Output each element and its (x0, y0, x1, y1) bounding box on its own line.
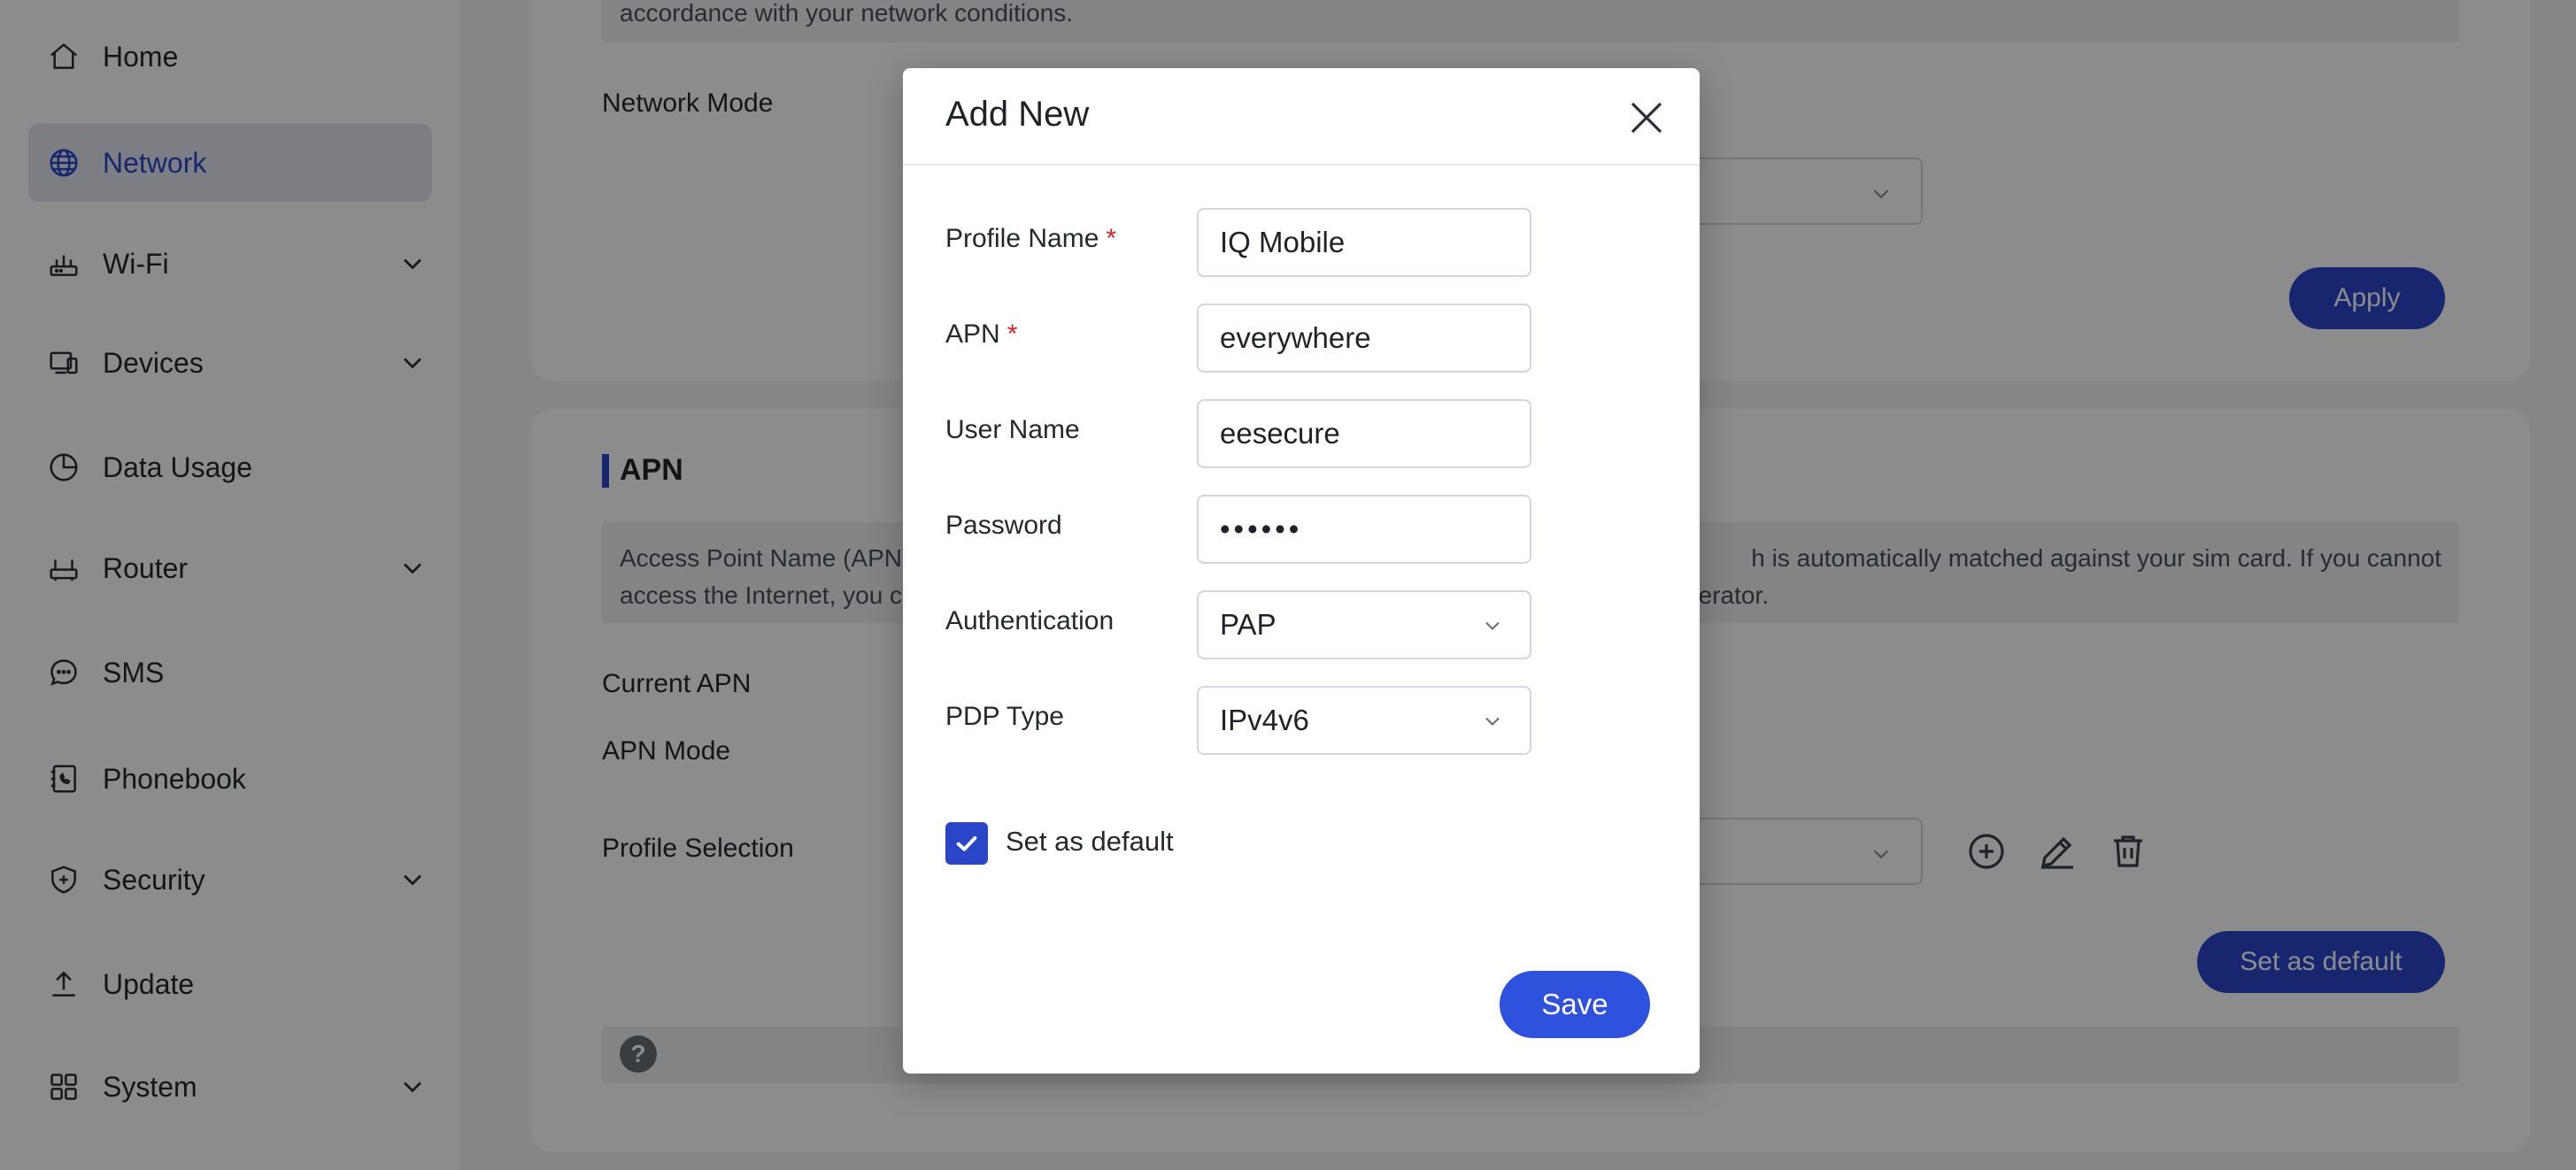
pdp-type-label: PDP Type (945, 702, 1064, 731)
dialog-header: Add New (903, 68, 1700, 165)
set-default-checkbox[interactable] (945, 822, 988, 865)
chevron-down-icon (1485, 717, 1500, 726)
profile-name-label: Profile Name * (945, 224, 1116, 254)
apn-input[interactable] (1197, 304, 1531, 373)
pdp-type-value: IPv4v6 (1220, 704, 1309, 736)
authentication-value: PAP (1220, 608, 1276, 641)
authentication-label: Authentication (945, 606, 1114, 635)
password-label: Password (945, 511, 1062, 540)
profile-name-input[interactable] (1197, 208, 1531, 277)
dialog-title: Add New (945, 95, 1090, 134)
checkmark-icon (956, 836, 977, 851)
authentication-select[interactable]: PAP (1197, 590, 1531, 659)
required-marker: * (1106, 224, 1117, 253)
password-input[interactable] (1197, 495, 1531, 564)
close-icon[interactable] (1625, 96, 1668, 139)
add-new-dialog: Add New Profile Name* APN* User Name Pas… (903, 68, 1700, 1074)
chevron-down-icon (1485, 621, 1500, 630)
save-button[interactable]: Save (1500, 971, 1650, 1038)
set-default-checkbox-label[interactable]: Set as default (1006, 826, 1174, 858)
profile-name-label-text: Profile Name (945, 224, 1099, 253)
apn-label: APN * (945, 319, 1017, 350)
required-marker: * (1006, 319, 1018, 349)
pdp-type-select[interactable]: IPv4v6 (1197, 686, 1531, 755)
user-name-input[interactable] (1197, 399, 1531, 468)
user-name-label: User Name (945, 415, 1080, 444)
apn-label-text: APN (945, 319, 1000, 349)
